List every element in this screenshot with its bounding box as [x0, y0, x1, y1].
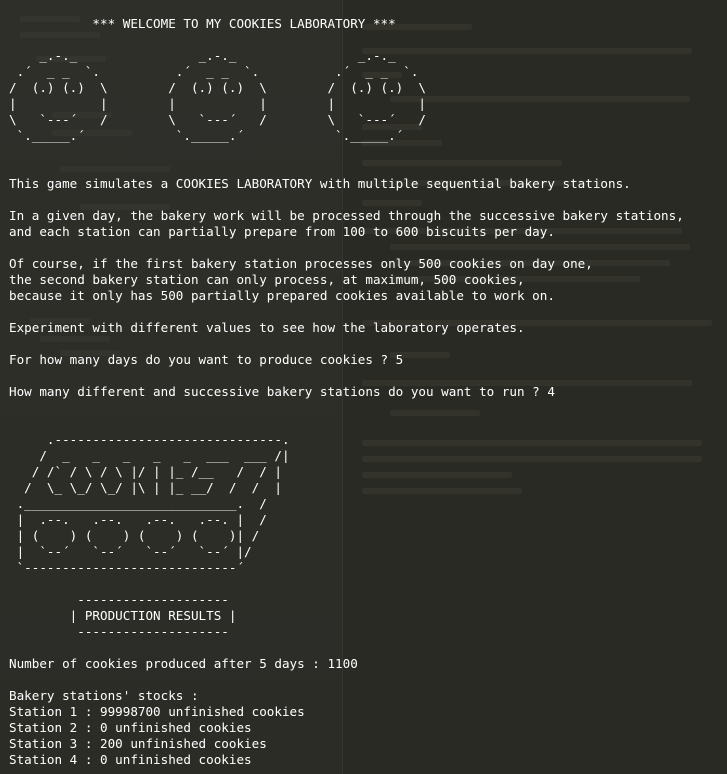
- terminal-line: because it only has 500 partially prepar…: [9, 288, 555, 303]
- terminal-line: Of course, if the first bakery station p…: [9, 256, 593, 271]
- terminal-line: \ `---´ / \ `---´ / \ `---´ /: [9, 112, 427, 127]
- terminal-line: .____________________________. /: [9, 496, 267, 511]
- terminal-line: / _ _ _ _ _ ___ ___ /|: [9, 448, 290, 463]
- terminal-line: / /` / \ / \ |/ | |_ /__ / / |: [9, 464, 282, 479]
- terminal-line: Number of cookies produced after 5 days …: [9, 656, 358, 671]
- terminal-line: / (.) (.) \ / (.) (.) \ / (.) (.) \: [9, 80, 427, 95]
- terminal-line: `._____.´ `._____.´ `._____.´: [9, 128, 404, 143]
- terminal-line: In a given day, the bakery work will be …: [9, 208, 684, 223]
- terminal-line: This game simulates a COOKIES LABORATORY…: [9, 176, 631, 191]
- terminal-line: Station 3 : 200 unfinished cookies: [9, 736, 267, 751]
- terminal-line: .------------------------------.: [9, 432, 290, 447]
- terminal-line: | | | | | |: [9, 96, 427, 111]
- terminal-line: the second bakery station can only proce…: [9, 272, 525, 287]
- terminal-line: and each station can partially prepare f…: [9, 224, 555, 239]
- terminal-window: *** WELCOME TO MY COOKIES LABORATORY ***…: [0, 0, 727, 774]
- terminal-line: How many different and successive bakery…: [9, 384, 555, 399]
- terminal-line: Experiment with different values to see …: [9, 320, 525, 335]
- terminal-line: For how many days do you want to produce…: [9, 352, 404, 367]
- terminal-line: | .--. .--. .--. .--. | /: [9, 512, 267, 527]
- terminal-line: / \_ \_/ \_/ |\ | |_ __/ / / |: [9, 480, 282, 495]
- terminal-line: *** WELCOME TO MY COOKIES LABORATORY ***: [9, 16, 396, 31]
- terminal-line: Bakery stations' stocks :: [9, 688, 199, 703]
- terminal-line: `----------------------------´: [9, 560, 245, 575]
- terminal-line: Station 2 : 0 unfinished cookies: [9, 720, 252, 735]
- terminal-line: Station 1 : 99998700 unfinished cookies: [9, 704, 305, 719]
- terminal-output: *** WELCOME TO MY COOKIES LABORATORY ***…: [9, 0, 684, 768]
- terminal-line: Station 4 : 0 unfinished cookies: [9, 752, 252, 767]
- terminal-line: _.-._ _.-._ _.-._: [9, 48, 396, 63]
- terminal-line: --------------------: [9, 592, 229, 607]
- terminal-line: | `--´ `--´ `--´ `--´ |/: [9, 544, 252, 559]
- terminal-line: | ( ) ( ) ( ) ( )| /: [9, 528, 260, 543]
- terminal-line: | PRODUCTION RESULTS |: [9, 608, 237, 623]
- terminal-line: .´ _ _ `. .´ _ _ `. .´ _ _ `.: [9, 64, 419, 79]
- terminal-line: --------------------: [9, 624, 229, 639]
